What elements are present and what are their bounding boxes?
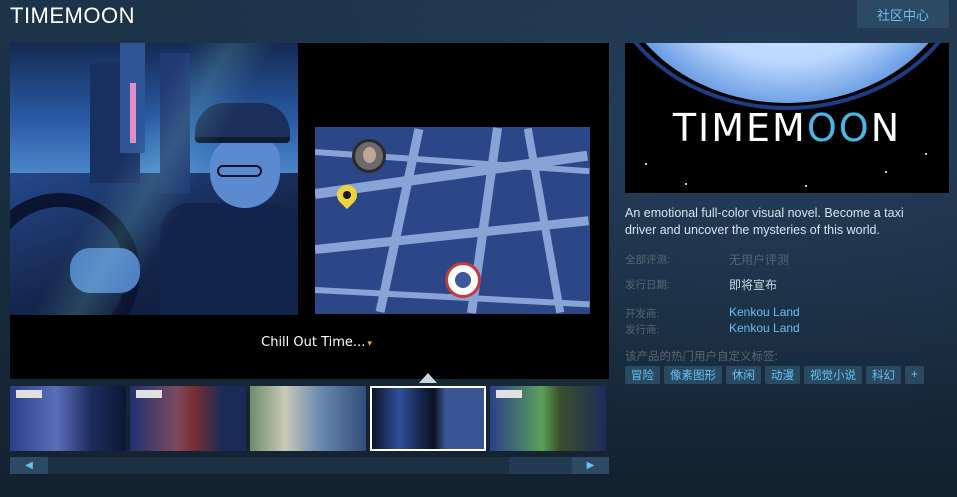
add-tag-button[interactable]: + [905,366,924,384]
release-date-value: 即将宣布 [729,278,778,292]
publisher-label: 发行商: [625,324,660,336]
scrollbar-handle[interactable] [509,457,572,474]
tags-label: 该产品的热门用户自定义标签: [625,351,778,363]
thumbnail-strip [10,386,609,452]
taxi-marker-icon [445,262,481,298]
developer-label: 开发商: [625,308,660,320]
tag-anime[interactable]: 动漫 [765,366,800,384]
tag-adventure[interactable]: 冒险 [625,366,660,384]
release-date-label: 发行日期: [625,279,670,291]
game-logo: TIMEMOON [672,106,902,150]
thumbnail-3[interactable] [250,386,366,451]
tag-casual[interactable]: 休闲 [726,366,761,384]
scroll-left-button[interactable]: ◀ [10,457,48,474]
thumbnail-4-selected[interactable] [370,386,486,451]
tag-pixel-graphics[interactable]: 像素图形 [664,366,722,384]
arrow-right-icon: ▶ [586,460,595,471]
developer-link[interactable]: Kenkou Land [729,305,800,319]
character-avatar-icon [352,139,386,173]
media-caption: Chill Out Time... ▾ [10,335,609,350]
thumbnail-2[interactable] [130,386,246,451]
community-hub-button[interactable]: 社区中心 [857,0,949,28]
publisher-link[interactable]: Kenkou Land [729,321,800,335]
screenshot-map-scene [315,127,590,314]
thumbnail-1[interactable] [10,386,126,451]
game-header-capsule: TIMEMOON [625,43,949,193]
thumbnail-5[interactable] [490,386,606,451]
game-description: An emotional full-color visual novel. Be… [625,206,904,237]
scroll-right-button[interactable]: ▶ [572,457,609,474]
main-media-viewer[interactable]: Chill Out Time... ▾ [10,43,609,379]
all-reviews-value: 无用户评测 [729,253,790,267]
caption-text: Chill Out Time... [261,335,366,350]
tag-visual-novel[interactable]: 视觉小说 [804,366,862,384]
caption-arrow-icon: ▾ [367,339,372,349]
screenshot-driver-scene [10,43,298,315]
tag-sci-fi[interactable]: 科幻 [866,366,901,384]
page-title: TIMEMOON [10,3,135,28]
moon-ring [625,43,949,110]
arrow-left-icon: ◀ [25,460,33,471]
selected-thumb-pointer [419,373,437,383]
all-reviews-label: 全部评测: [625,254,670,266]
tag-list: 冒险 像素图形 休闲 动漫 视觉小说 科幻 + [625,366,924,384]
